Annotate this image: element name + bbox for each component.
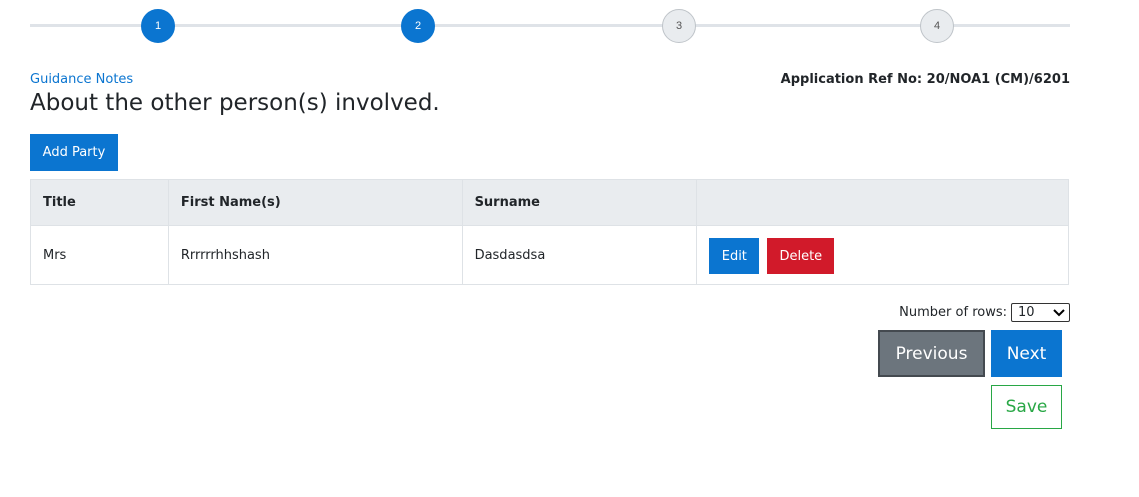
row-actions: Edit Delete (709, 238, 1068, 274)
delete-button[interactable]: Delete (767, 238, 835, 274)
rows-per-page-value: 10 (1018, 305, 1035, 320)
table-header-row: Title First Name(s) Surname (30, 179, 1069, 226)
table-row: Mrs Rrrrrrhhshash Dasdasdsa Edit Delete (30, 225, 1069, 285)
step-3-label: 3 (675, 20, 683, 32)
step-1-indicator: 1 (141, 9, 175, 43)
cell-surname: Dasdasdsa (461, 225, 698, 285)
chevron-down-icon (1053, 307, 1065, 319)
save-button[interactable]: Save (991, 385, 1062, 429)
rows-per-page-select[interactable]: 10 (1011, 303, 1070, 322)
step-4-indicator: 4 (920, 9, 954, 43)
next-button[interactable]: Next (991, 330, 1062, 377)
application-ref-number: Application Ref No: 20/NOA1 (CM)/6201 (780, 72, 1070, 87)
step-2-label: 2 (414, 20, 422, 32)
guidance-notes-link[interactable]: Guidance Notes (30, 72, 133, 87)
step-3-indicator: 3 (662, 9, 696, 43)
cell-title: Mrs (30, 225, 169, 285)
cell-first-names: Rrrrrrhhshash (167, 225, 463, 285)
step-1-label: 1 (154, 20, 162, 32)
column-header-first-names: First Name(s) (167, 179, 463, 226)
parties-table: Title First Name(s) Surname Mrs Rrrrrrhh… (30, 179, 1069, 285)
step-4-label: 4 (933, 20, 941, 32)
column-header-surname: Surname (461, 179, 698, 226)
cell-actions: Edit Delete (696, 225, 1069, 285)
add-party-button[interactable]: Add Party (30, 134, 118, 171)
edit-button[interactable]: Edit (709, 238, 760, 274)
page-title: About the other person(s) involved. (30, 90, 440, 116)
column-header-actions (696, 179, 1069, 226)
rows-per-page-control: Number of rows: 10 (899, 303, 1070, 322)
stepper-track (30, 24, 1070, 27)
step-2-indicator: 2 (401, 9, 435, 43)
page-root: 1 2 3 4 Guidance Notes Application Ref N… (0, 0, 1139, 497)
column-header-title: Title (30, 179, 169, 226)
previous-button[interactable]: Previous (878, 330, 985, 377)
rows-per-page-label: Number of rows: (899, 305, 1007, 320)
